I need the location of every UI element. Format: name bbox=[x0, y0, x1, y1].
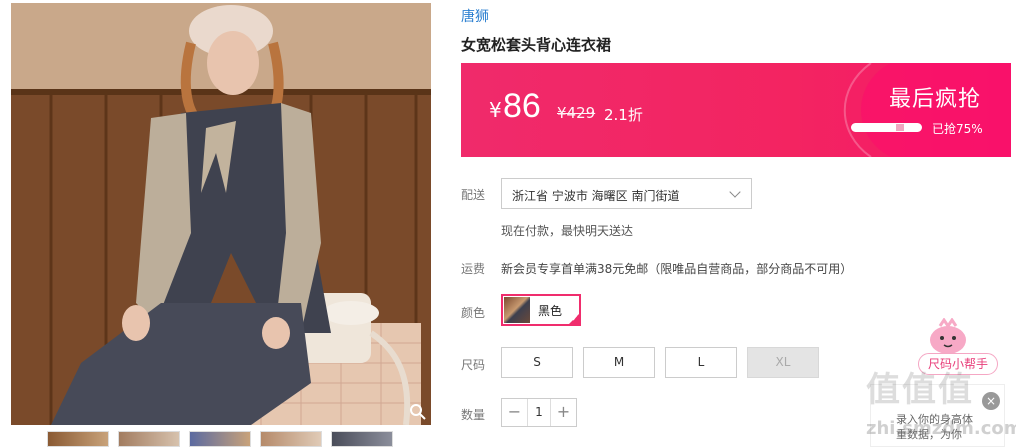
fee-label: 运费 bbox=[461, 262, 486, 276]
product-main-image[interactable] bbox=[11, 3, 431, 425]
shipping-label: 配送 bbox=[461, 188, 486, 202]
close-icon[interactable]: × bbox=[982, 392, 1000, 410]
thumbnail[interactable] bbox=[118, 431, 180, 447]
watermark-logo: 值值值 bbox=[866, 370, 974, 410]
brand-link[interactable]: 唐狮 bbox=[461, 6, 489, 26]
price-banner: ¥ 86 ¥429 2.1折 最后疯抢 已抢75% bbox=[461, 63, 1011, 157]
thumbnail[interactable] bbox=[260, 431, 322, 447]
size-label: 尺码 bbox=[461, 358, 486, 372]
watermark-url: zhi.smzdm.com bbox=[866, 418, 1016, 439]
size-option-m[interactable]: M bbox=[583, 347, 655, 378]
original-price: ¥429 bbox=[557, 104, 596, 122]
quantity-input[interactable]: 1 bbox=[527, 399, 551, 426]
thumbnail[interactable] bbox=[47, 431, 109, 447]
flash-sale-title: 最后疯抢 bbox=[888, 87, 981, 112]
thumbnail-strip bbox=[47, 431, 393, 447]
address-select[interactable]: 浙江省 宁波市 海曙区 南门街道 bbox=[501, 178, 752, 209]
chevron-down-icon bbox=[729, 186, 741, 198]
quantity-plus-button[interactable]: + bbox=[551, 399, 576, 426]
thumbnail[interactable] bbox=[189, 431, 251, 447]
size-option-s[interactable]: S bbox=[501, 347, 573, 378]
size-option-xl: XL bbox=[747, 347, 819, 378]
size-option-l[interactable]: L bbox=[665, 347, 737, 378]
color-option-selected[interactable]: 黑色 ✔ bbox=[501, 294, 581, 326]
color-swatch bbox=[504, 297, 530, 323]
delivery-note: 现在付款，最快明天送达 bbox=[501, 224, 634, 238]
currency-symbol: ¥ bbox=[489, 98, 502, 122]
sold-percent: 已抢75% bbox=[932, 122, 983, 136]
quantity-stepper: − 1 + bbox=[501, 398, 577, 427]
quantity-label: 数量 bbox=[461, 408, 486, 422]
fee-text: 新会员专享首单满38元免邮（限唯品自营商品，部分商品不可用） bbox=[501, 262, 853, 276]
color-label: 颜色 bbox=[461, 306, 486, 320]
thumbnail[interactable] bbox=[331, 431, 393, 447]
discount-label: 2.1折 bbox=[604, 106, 643, 124]
quantity-minus-button[interactable]: − bbox=[502, 399, 527, 426]
current-price: 86 bbox=[503, 87, 541, 125]
sold-progress-bar bbox=[851, 123, 922, 132]
color-name: 黑色 bbox=[538, 303, 563, 318]
zoom-icon[interactable] bbox=[409, 403, 427, 421]
address-value: 浙江省 宁波市 海曙区 南门街道 bbox=[512, 189, 680, 203]
product-title: 女宽松套头背心连衣裙 bbox=[461, 36, 612, 54]
